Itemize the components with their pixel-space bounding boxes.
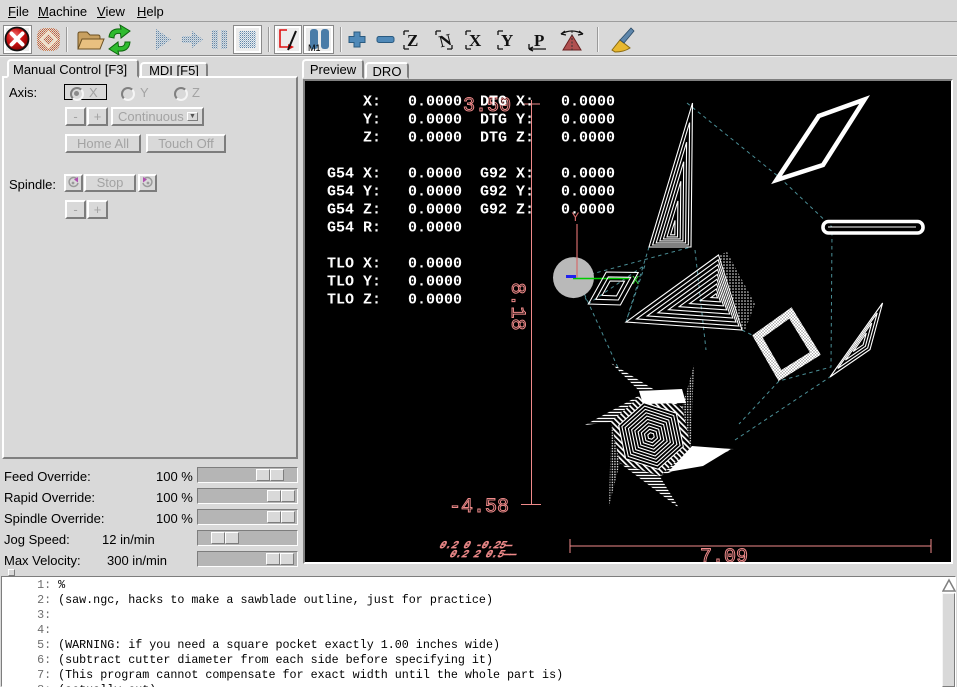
svg-text:Z: 0.0000 DTG Z: 0.0000: Z: 0.0000 DTG Z: 0.0000 [327, 130, 615, 147]
svg-text:M1: M1 [308, 43, 321, 53]
svg-text:P: P [534, 31, 544, 50]
svg-text:G54 R: 0.0000: G54 R: 0.0000 [327, 220, 462, 237]
svg-text:Z: Z [407, 31, 418, 50]
svg-text:7.09: 7.09 [700, 546, 748, 562]
svg-text:G54 Z: 0.0000 G92 Z: 0.00: G54 Z: 0.0000 G92 Z: 0.0000 [327, 202, 615, 219]
svg-text:X: X [469, 31, 482, 50]
svg-text:-4.58: -4.58 [449, 496, 509, 519]
svg-text:TLO Z: 0.0000: TLO Z: 0.0000 [327, 292, 462, 309]
svg-text:G54 Y: 0.0000 G92 Y: 0.00: G54 Y: 0.0000 G92 Y: 0.0000 [327, 184, 615, 201]
svg-text:Y: 0.0000 DTG Y: 0.0000: Y: 0.0000 DTG Y: 0.0000 [327, 112, 615, 129]
svg-text:0.2 2 0.5——: 0.2 2 0.5—— [447, 550, 519, 561]
svg-text:G54 X: 0.0000 G92 X: 0.00: G54 X: 0.0000 G92 X: 0.0000 [327, 166, 615, 183]
svg-text:TLO X: 0.0000: TLO X: 0.0000 [327, 256, 462, 273]
svg-text:TLO Y: 0.0000: TLO Y: 0.0000 [327, 274, 462, 291]
svg-text:Y: Y [501, 31, 513, 50]
svg-text:X: 0.0000 DTG X: 0.0000: X: 0.0000 DTG X: 0.0000 [327, 94, 615, 111]
svg-text:8.18: 8.18 [505, 282, 528, 330]
